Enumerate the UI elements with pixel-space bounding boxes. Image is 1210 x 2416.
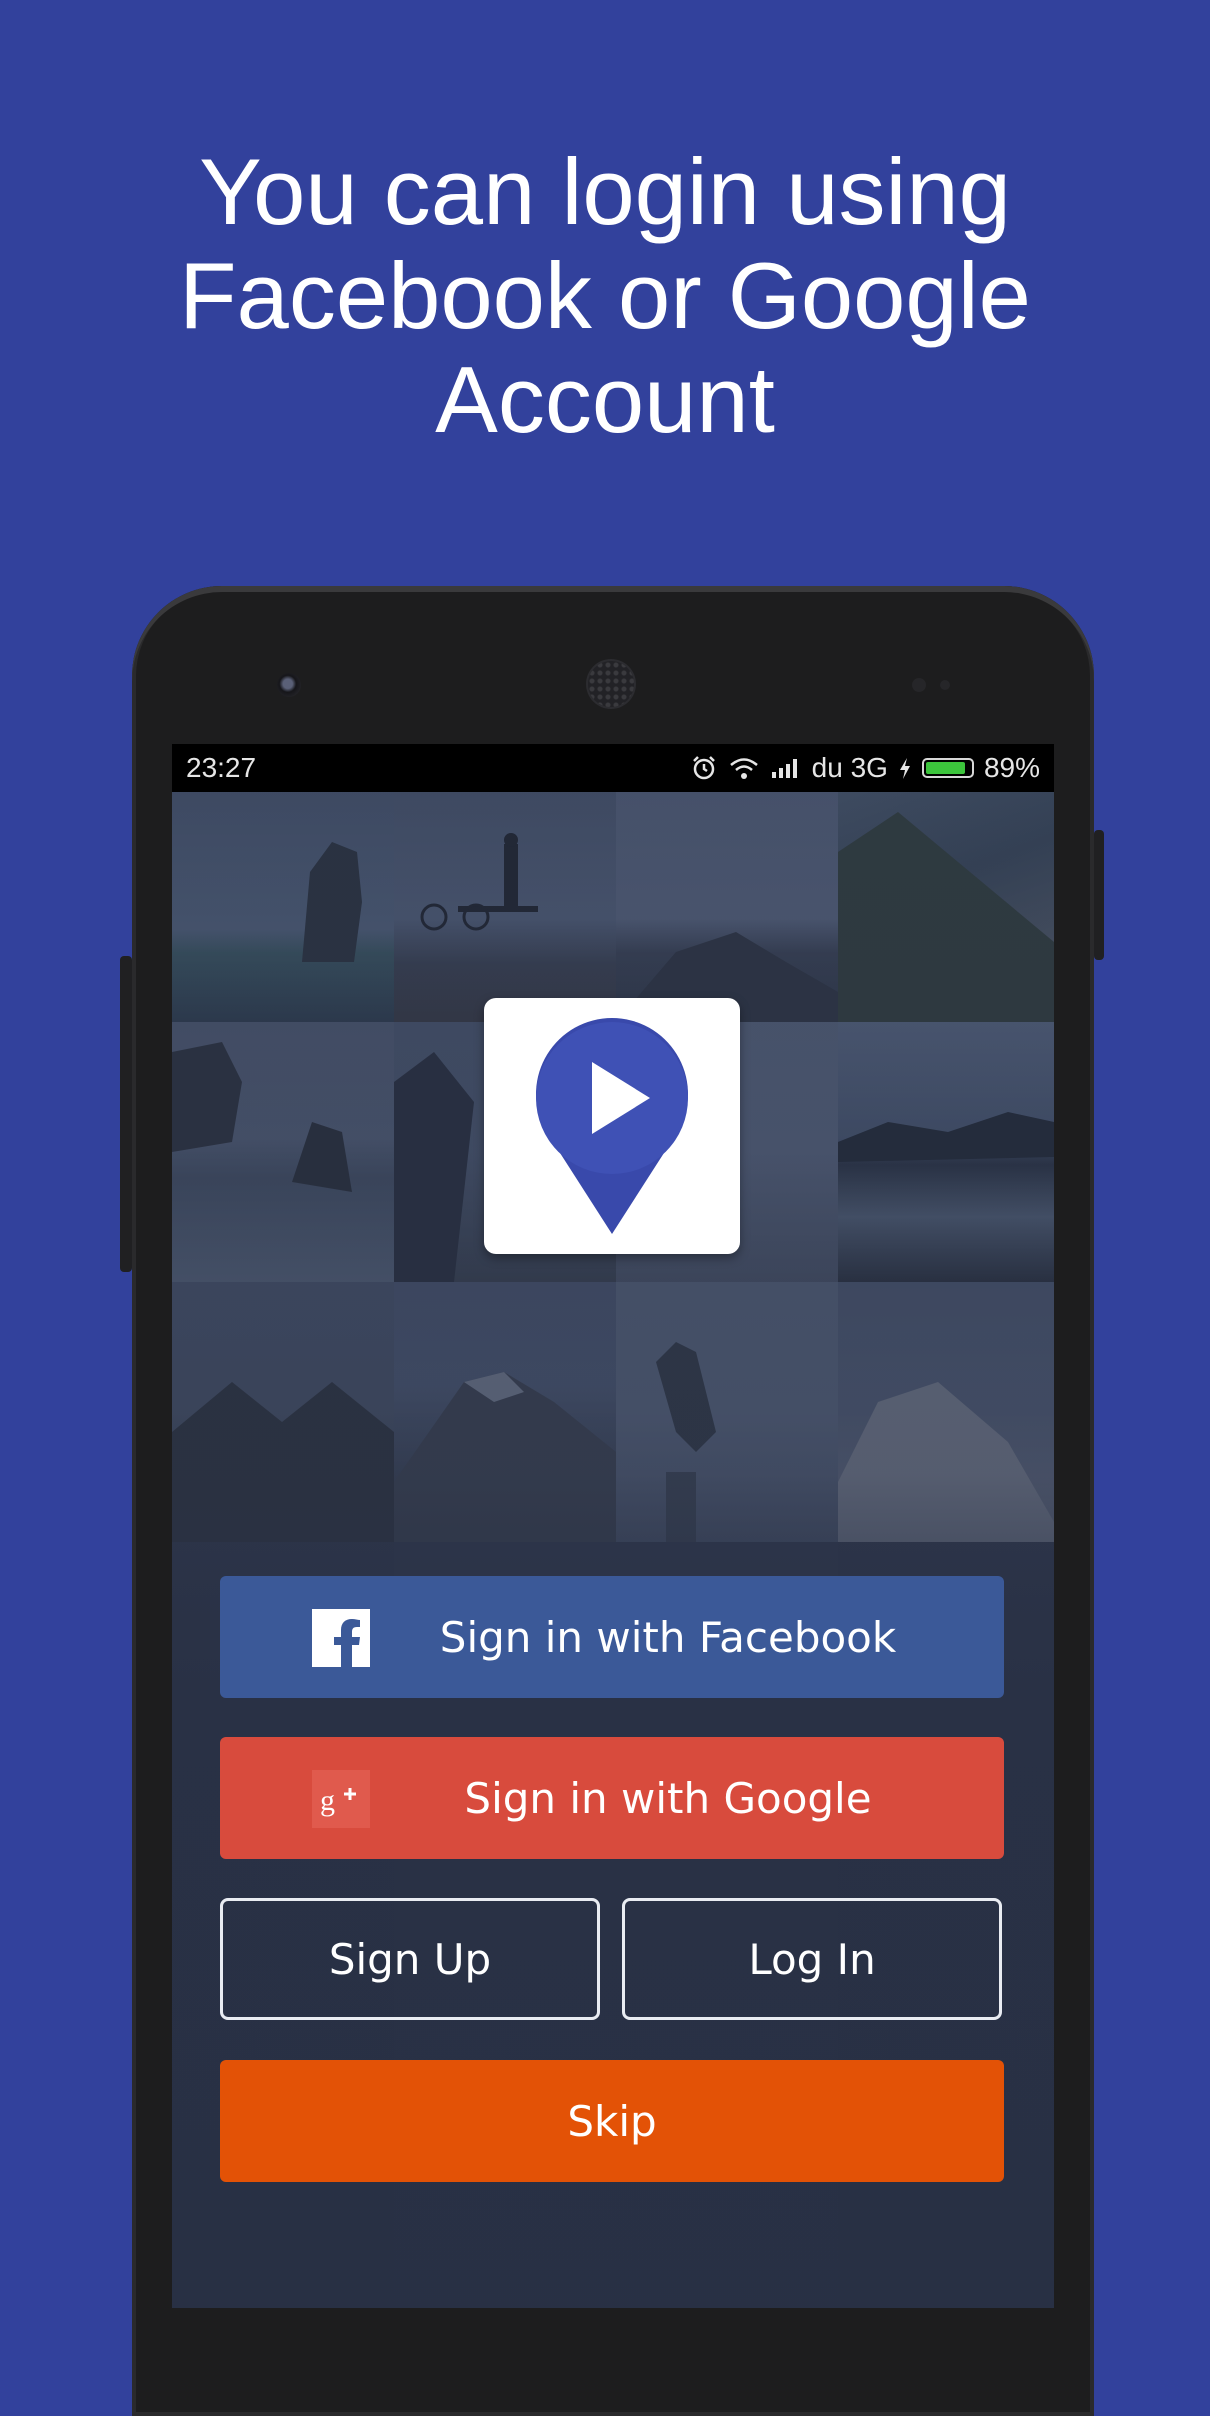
sign-up-label: Sign Up [328,1934,492,1984]
log-in-button[interactable]: Log In [622,1898,1002,2020]
play-location-pin-icon [536,1018,688,1234]
facebook-button-label: Sign in with Facebook [439,1612,897,1662]
facebook-signin-button[interactable]: Sign in with Facebook [220,1576,1004,1698]
headline-line-3: Account [435,347,775,452]
front-camera [277,673,301,697]
status-bar: 23:27 du 3G 89% [172,744,1054,792]
battery-percent: 89% [983,752,1040,783]
proximity-sensor [912,678,926,692]
headline-line-1: You can login using [199,139,1011,244]
skip-label: Skip [567,2096,657,2146]
battery-level [925,762,966,774]
earpiece-speaker [588,661,634,707]
status-icons: du 3G 89% [690,744,1040,792]
carrier-label: du 3G [811,752,888,783]
battery-icon [921,758,974,778]
google-signin-button[interactable]: g Sign in with Google [220,1737,1004,1859]
signal-icon [771,759,797,778]
app-logo [484,998,740,1254]
log-in-label: Log In [748,1934,876,1984]
sign-up-button[interactable]: Sign Up [220,1898,600,2020]
charging-icon [899,758,910,779]
phone-screen: 23:27 du 3G 89% Sign in with Facebook g [172,744,1054,2308]
skip-button[interactable]: Skip [220,2060,1004,2182]
svg-text:g: g [320,1784,335,1817]
volume-button [120,956,132,1272]
google-plus-icon: g [312,1770,370,1828]
wifi-icon [729,758,758,779]
facebook-icon [312,1609,370,1667]
status-time: 23:27 [186,752,257,783]
google-button-label: Sign in with Google [464,1773,872,1823]
light-sensor [940,680,950,690]
power-button [1094,830,1104,960]
headline: You can login using Facebook or Google A… [0,140,1210,452]
alarm-icon [692,756,715,780]
headline-line-2: Facebook or Google [179,243,1031,348]
